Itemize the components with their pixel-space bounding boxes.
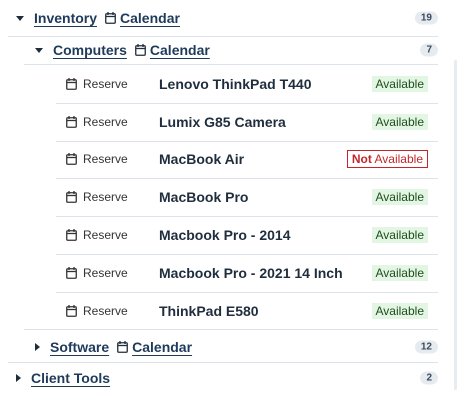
- reserve-button[interactable]: Reserve: [66, 190, 128, 204]
- group-link-computers[interactable]: Computers Calendar: [53, 42, 210, 58]
- group-link-client-tools[interactable]: Client Tools: [31, 370, 110, 386]
- item-name: ThinkPad E580: [159, 302, 259, 319]
- reserve-label[interactable]: Reserve: [83, 190, 128, 204]
- chevron-down-icon[interactable]: [16, 15, 24, 21]
- reserve-button[interactable]: Reserve: [66, 266, 128, 280]
- group-link-inventory[interactable]: Inventory Calendar: [34, 10, 180, 26]
- calendar-icon: [66, 153, 77, 166]
- divider: [8, 36, 438, 37]
- count-badge-client-tools: 2: [420, 371, 438, 385]
- list-item: Reserve MacBook Air Not Available: [0, 141, 438, 179]
- status-badge: Available: [371, 189, 428, 206]
- status-prefix: Not: [351, 152, 372, 167]
- scrollbar-thumb[interactable]: [454, 60, 457, 390]
- status-badge: Available: [371, 264, 428, 281]
- list-item: Reserve Lumix G85 Camera Available: [0, 103, 438, 141]
- count-badge-computers: 7: [420, 43, 438, 57]
- calendar-link-computers[interactable]: Calendar: [150, 42, 210, 58]
- calendar-icon: [66, 191, 77, 204]
- reserve-label[interactable]: Reserve: [83, 115, 128, 129]
- reserve-button[interactable]: Reserve: [66, 152, 128, 166]
- divider: [8, 362, 438, 363]
- calendar-icon: [105, 12, 116, 24]
- calendar-link-inventory[interactable]: Calendar: [120, 10, 180, 26]
- calendar-icon: [135, 44, 146, 56]
- chevron-right-icon[interactable]: [35, 343, 40, 351]
- reserve-label[interactable]: Reserve: [83, 266, 128, 280]
- reserve-button[interactable]: Reserve: [66, 304, 128, 318]
- status-badge: Available: [371, 113, 428, 130]
- scrollbar[interactable]: [452, 0, 458, 396]
- item-name: MacBook Air: [159, 151, 245, 168]
- reserve-label[interactable]: Reserve: [83, 228, 128, 242]
- group-label-software[interactable]: Software: [50, 339, 109, 355]
- group-row-software: Software Calendar 12: [35, 337, 438, 357]
- group-label-client-tools[interactable]: Client Tools: [31, 370, 110, 386]
- status-badge: Available: [371, 302, 428, 319]
- group-row-computers: Computers Calendar 7: [35, 40, 438, 60]
- reserve-label[interactable]: Reserve: [83, 304, 128, 318]
- count-badge-software: 12: [414, 340, 438, 354]
- calendar-icon: [66, 266, 77, 279]
- list-item: Reserve Lenovo ThinkPad T440 Available: [0, 65, 438, 103]
- reserve-label[interactable]: Reserve: [83, 152, 128, 166]
- list-item: Reserve Macbook Pro - 2014 Available: [0, 216, 438, 254]
- inventory-tree-panel: Inventory Calendar 19 Computers Calendar…: [0, 0, 458, 396]
- group-label-inventory[interactable]: Inventory: [34, 10, 97, 26]
- reserve-button[interactable]: Reserve: [66, 77, 128, 91]
- reserve-button[interactable]: Reserve: [66, 228, 128, 242]
- status-badge: Available: [371, 227, 428, 244]
- item-name: Macbook Pro - 2021 14 Inch: [159, 264, 343, 281]
- group-row-client-tools: Client Tools 2: [16, 368, 438, 388]
- item-name: Lumix G85 Camera: [159, 113, 286, 130]
- item-name: MacBook Pro: [159, 189, 249, 206]
- calendar-icon: [117, 341, 129, 353]
- calendar-icon: [66, 304, 77, 317]
- divider: [24, 329, 438, 330]
- item-name: Lenovo ThinkPad T440: [159, 75, 312, 92]
- item-name: Macbook Pro - 2014: [159, 227, 291, 244]
- count-badge-inventory: 19: [414, 11, 438, 25]
- list-item: Reserve ThinkPad E580 Available: [0, 292, 438, 330]
- status-badge: Available: [371, 75, 428, 92]
- status-text: Available: [374, 152, 423, 167]
- reserve-label[interactable]: Reserve: [83, 77, 128, 91]
- calendar-icon: [66, 229, 77, 241]
- list-item: Reserve Macbook Pro - 2021 14 Inch Availab…: [0, 254, 438, 292]
- calendar-icon: [66, 77, 77, 90]
- group-label-computers[interactable]: Computers: [53, 42, 127, 58]
- group-link-software[interactable]: Software Calendar: [50, 339, 192, 355]
- calendar-link-software[interactable]: Calendar: [132, 339, 192, 355]
- reserve-button[interactable]: Reserve: [66, 115, 128, 129]
- chevron-down-icon[interactable]: [35, 47, 43, 53]
- chevron-right-icon[interactable]: [16, 374, 21, 382]
- list-item: Reserve MacBook Pro Available: [0, 178, 438, 216]
- status-badge: Not Available: [346, 150, 428, 169]
- group-row-inventory: Inventory Calendar 19: [16, 8, 438, 28]
- calendar-icon: [66, 115, 77, 128]
